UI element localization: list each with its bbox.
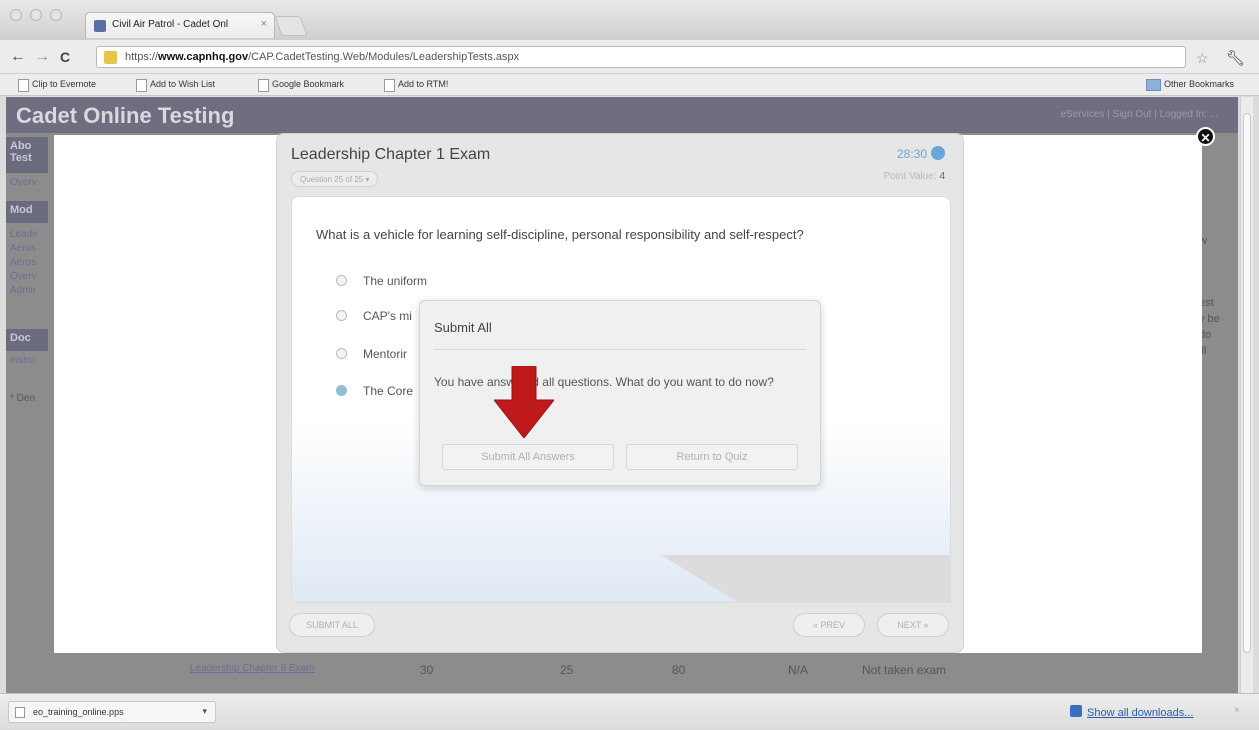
show-all-downloads-link[interactable]: Show all downloads...	[1087, 707, 1193, 719]
return-to-quiz-button[interactable]: Return to Quiz	[626, 444, 798, 470]
answer-option-label: Mentorir	[363, 347, 408, 361]
file-icon	[15, 707, 25, 718]
site-title: Cadet Online Testing	[16, 103, 235, 128]
point-value-number: 4	[939, 171, 945, 182]
tab-title: Civil Air Patrol - Cadet Onl	[112, 19, 229, 30]
site-header: Cadet Online Testing eServices | Sign Ou…	[6, 97, 1238, 133]
answer-option[interactable]: Mentorir	[336, 347, 407, 361]
download-menu-icon[interactable]: ▾	[202, 706, 207, 717]
download-filename: eo_training_online.pps	[33, 707, 124, 717]
side-link[interactable]: Aeros	[10, 243, 36, 254]
submit-all-button[interactable]: SUBMIT ALL	[289, 613, 375, 637]
other-bookmarks-folder[interactable]: Other Bookmarks	[1145, 79, 1234, 91]
url-domain: www.capnhq.gov	[158, 51, 249, 63]
side-section-documents: Doc	[6, 329, 48, 351]
answer-option-selected[interactable]: The Core	[336, 384, 413, 398]
browser-toolbar: ← → C https://www.capnhq.gov/CAP.CadetTe…	[0, 40, 1259, 74]
radio-button[interactable]	[336, 310, 347, 321]
text-fragment: y be	[1199, 313, 1220, 325]
favicon-icon	[94, 20, 106, 32]
bookmark-item[interactable]: Clip to Evernote	[18, 79, 96, 92]
side-link[interactable]: Instru	[10, 355, 35, 366]
side-link[interactable]: Overv	[10, 177, 37, 188]
radio-button[interactable]	[336, 348, 347, 359]
exam-status: Not taken exam	[862, 663, 947, 677]
window-minimize-button[interactable]	[30, 9, 42, 21]
question-text: What is a vehicle for learning self-disc…	[316, 227, 804, 242]
quiz-timer: 28:30	[897, 146, 945, 161]
download-item[interactable]: eo_training_online.pps ▾	[8, 701, 216, 723]
answer-option-label: CAP's mi	[363, 309, 412, 323]
download-shelf: eo_training_online.pps ▾ Show all downlo…	[0, 693, 1259, 730]
wrench-menu-icon[interactable]: 🔧︎	[1226, 49, 1245, 67]
bookmark-item[interactable]: Add to RTM!	[384, 79, 448, 92]
side-section-label: Abo	[10, 140, 32, 152]
exam-link[interactable]: Leadership Chapter 8 Exam	[190, 663, 315, 674]
new-tab-button[interactable]	[274, 16, 308, 36]
table-cell: 25	[560, 663, 574, 677]
downloads-icon	[1070, 705, 1082, 717]
bookmark-item[interactable]: Google Bookmark	[258, 79, 344, 92]
url-prefix: https://	[125, 51, 159, 63]
tab-close-icon[interactable]: ×	[261, 18, 267, 30]
footnote: * Den	[10, 393, 36, 404]
table-cell: 80	[672, 663, 686, 677]
url-path: /CAP.CadetTesting.Web/Modules/Leadership…	[248, 51, 520, 63]
forward-icon[interactable]: →	[34, 49, 50, 65]
page-fold-decoration	[661, 555, 951, 603]
divider	[434, 349, 806, 350]
side-link[interactable]: Aeros	[10, 257, 36, 268]
side-section-label: Mod	[10, 204, 33, 216]
timer-value: 28:30	[896, 147, 927, 161]
side-link[interactable]: Admir	[10, 285, 36, 296]
side-section-label: Doc	[10, 332, 31, 344]
bookmarks-bar: Clip to Evernote Add to Wish List Google…	[0, 74, 1259, 96]
radio-button-checked[interactable]	[336, 385, 347, 396]
answer-option[interactable]: The uniform	[336, 274, 427, 288]
submit-all-dialog: Submit All You have answered all questio…	[419, 300, 821, 486]
radio-button[interactable]	[336, 275, 347, 286]
side-section-label: Test	[10, 152, 32, 164]
question-selector[interactable]: Question 25 of 25 ▾	[291, 171, 379, 187]
reload-icon[interactable]: C	[60, 49, 70, 65]
red-arrow-icon	[494, 366, 554, 438]
point-value-label: Point Value:	[883, 171, 937, 182]
table-cell: N/A	[788, 663, 809, 677]
browser-tab[interactable]: Civil Air Patrol - Cadet Onl ×	[85, 12, 275, 38]
browser-titlebar: Civil Air Patrol - Cadet Onl ×	[0, 0, 1259, 40]
ssl-lock-icon	[104, 51, 117, 64]
dialog-title: Submit All	[434, 320, 492, 335]
side-link[interactable]: Leade	[10, 229, 38, 240]
header-links[interactable]: eServices | Sign Out | Logged In: ...	[1060, 109, 1218, 120]
dialog-message: You have answered all questions. What do…	[434, 375, 774, 389]
submit-all-answers-button[interactable]: Submit All Answers	[442, 444, 614, 470]
point-value: Point Value: 4	[883, 171, 945, 182]
shelf-close-icon[interactable]: ×	[1234, 705, 1240, 716]
answer-option[interactable]: CAP's mi	[336, 309, 412, 323]
address-bar[interactable]: https://www.capnhq.gov/CAP.CadetTesting.…	[96, 46, 1186, 68]
page-scrollbar[interactable]	[1240, 97, 1253, 693]
timer-icon	[931, 146, 945, 160]
prev-button[interactable]: « PREV	[793, 613, 865, 637]
answer-option-label: The uniform	[363, 274, 428, 288]
side-link[interactable]: Overv	[10, 271, 37, 282]
scrollbar-thumb[interactable]	[1243, 113, 1251, 653]
modal-close-icon[interactable]: ✕	[1196, 127, 1215, 146]
quiz-title: Leadership Chapter 1 Exam	[291, 146, 491, 163]
bookmark-item[interactable]: Add to Wish List	[136, 79, 215, 92]
back-icon[interactable]: ←	[10, 49, 26, 65]
side-section-about: Abo Test	[6, 137, 48, 173]
next-button[interactable]: NEXT »	[877, 613, 949, 637]
bookmark-star-icon[interactable]: ☆	[1196, 50, 1209, 67]
window-zoom-button[interactable]	[50, 9, 62, 21]
table-cell: 30	[420, 663, 434, 677]
window-close-button[interactable]	[10, 9, 22, 21]
side-section-modules: Mod	[6, 201, 48, 223]
answer-option-label: The Core	[363, 384, 414, 398]
